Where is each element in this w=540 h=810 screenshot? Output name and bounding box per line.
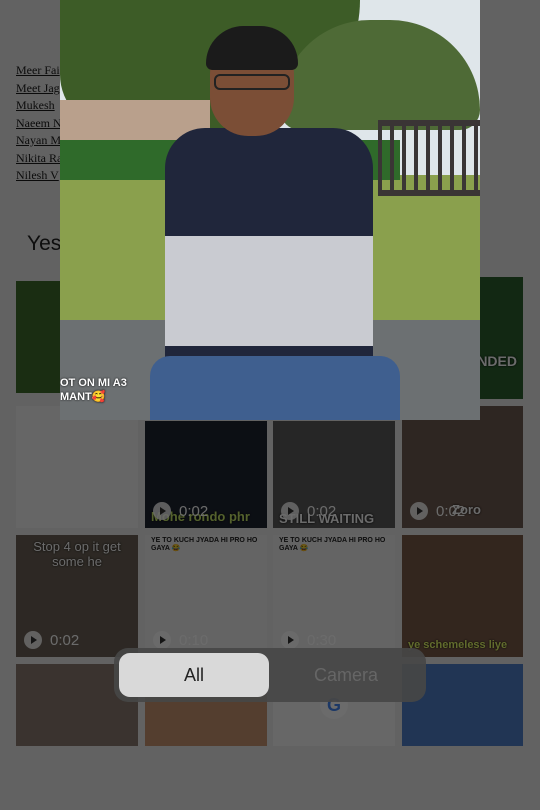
- tile-caption: ye schemeless liye: [408, 639, 508, 651]
- document-link[interactable]: Mukesh: [16, 97, 62, 115]
- document-link[interactable]: Meer Fai: [16, 62, 62, 80]
- photo-railing: [378, 120, 480, 196]
- video-duration: 0:10: [179, 632, 209, 649]
- segment-camera[interactable]: Camera: [271, 653, 421, 697]
- tile-graph-1[interactable]: YE TO KUCH JYADA HI PRO HO GAYA 😂 0:10: [145, 535, 267, 657]
- video-duration: 0:02: [436, 503, 466, 520]
- video-duration: 0:30: [307, 632, 337, 649]
- tile-still-waiting[interactable]: STILL WAITING 0:02: [273, 421, 395, 528]
- tile-caption: Stop 4 op it get some he: [33, 539, 121, 569]
- document-link[interactable]: Naeem N: [16, 115, 62, 133]
- document-link-list: Meer Fai Meet Jag Mukesh Naeem N Nayan M…: [16, 62, 62, 185]
- segment-all[interactable]: All: [119, 653, 269, 697]
- document-link[interactable]: Nikita Ra: [16, 150, 62, 168]
- tile-mohe-rondo[interactable]: Mohe rondo phr 0:02: [145, 421, 267, 528]
- play-icon: [281, 631, 299, 649]
- document-link[interactable]: Meet Jag: [16, 80, 62, 98]
- tile-stop[interactable]: Stop 4 op it get some he 0:02: [16, 535, 138, 657]
- play-icon: [153, 502, 171, 520]
- tile-graph-2[interactable]: YE TO KUCH JYADA HI PRO HO GAYA 😂 0:30: [273, 535, 395, 657]
- album-filter-segmented-control: All Camera: [114, 648, 426, 702]
- document-link[interactable]: Nilesh V: [16, 167, 62, 185]
- play-icon: [281, 502, 299, 520]
- photo-caption: OT ON MI A3 MANT🥰: [60, 376, 127, 404]
- tile-list-screenshot[interactable]: [16, 406, 138, 528]
- photo-caption-line: OT ON MI A3: [60, 377, 127, 389]
- tile-caption: YE TO KUCH JYADA HI PRO HO GAYA 😂: [279, 537, 386, 552]
- video-duration: 0:02: [179, 503, 209, 520]
- photo-preview[interactable]: OT ON MI A3 MANT🥰: [60, 0, 480, 420]
- play-icon: [24, 631, 42, 649]
- person-glasses: [214, 74, 290, 90]
- video-duration: 0:02: [50, 632, 80, 649]
- tile-zoro[interactable]: Zoro 0:02: [402, 406, 523, 528]
- tile-schemeless[interactable]: ye schemeless liye: [402, 535, 523, 657]
- tile-caption: YE TO KUCH JYADA HI PRO HO GAYA 😂: [151, 537, 258, 552]
- photo-caption-line: MANT🥰: [60, 391, 106, 403]
- section-title: Yes: [27, 232, 62, 255]
- play-icon: [153, 631, 171, 649]
- person-jeans: [150, 356, 400, 420]
- person-shirt-band: [165, 236, 373, 346]
- play-icon: [410, 502, 428, 520]
- document-link[interactable]: Nayan M: [16, 132, 62, 150]
- video-duration: 0:02: [307, 503, 337, 520]
